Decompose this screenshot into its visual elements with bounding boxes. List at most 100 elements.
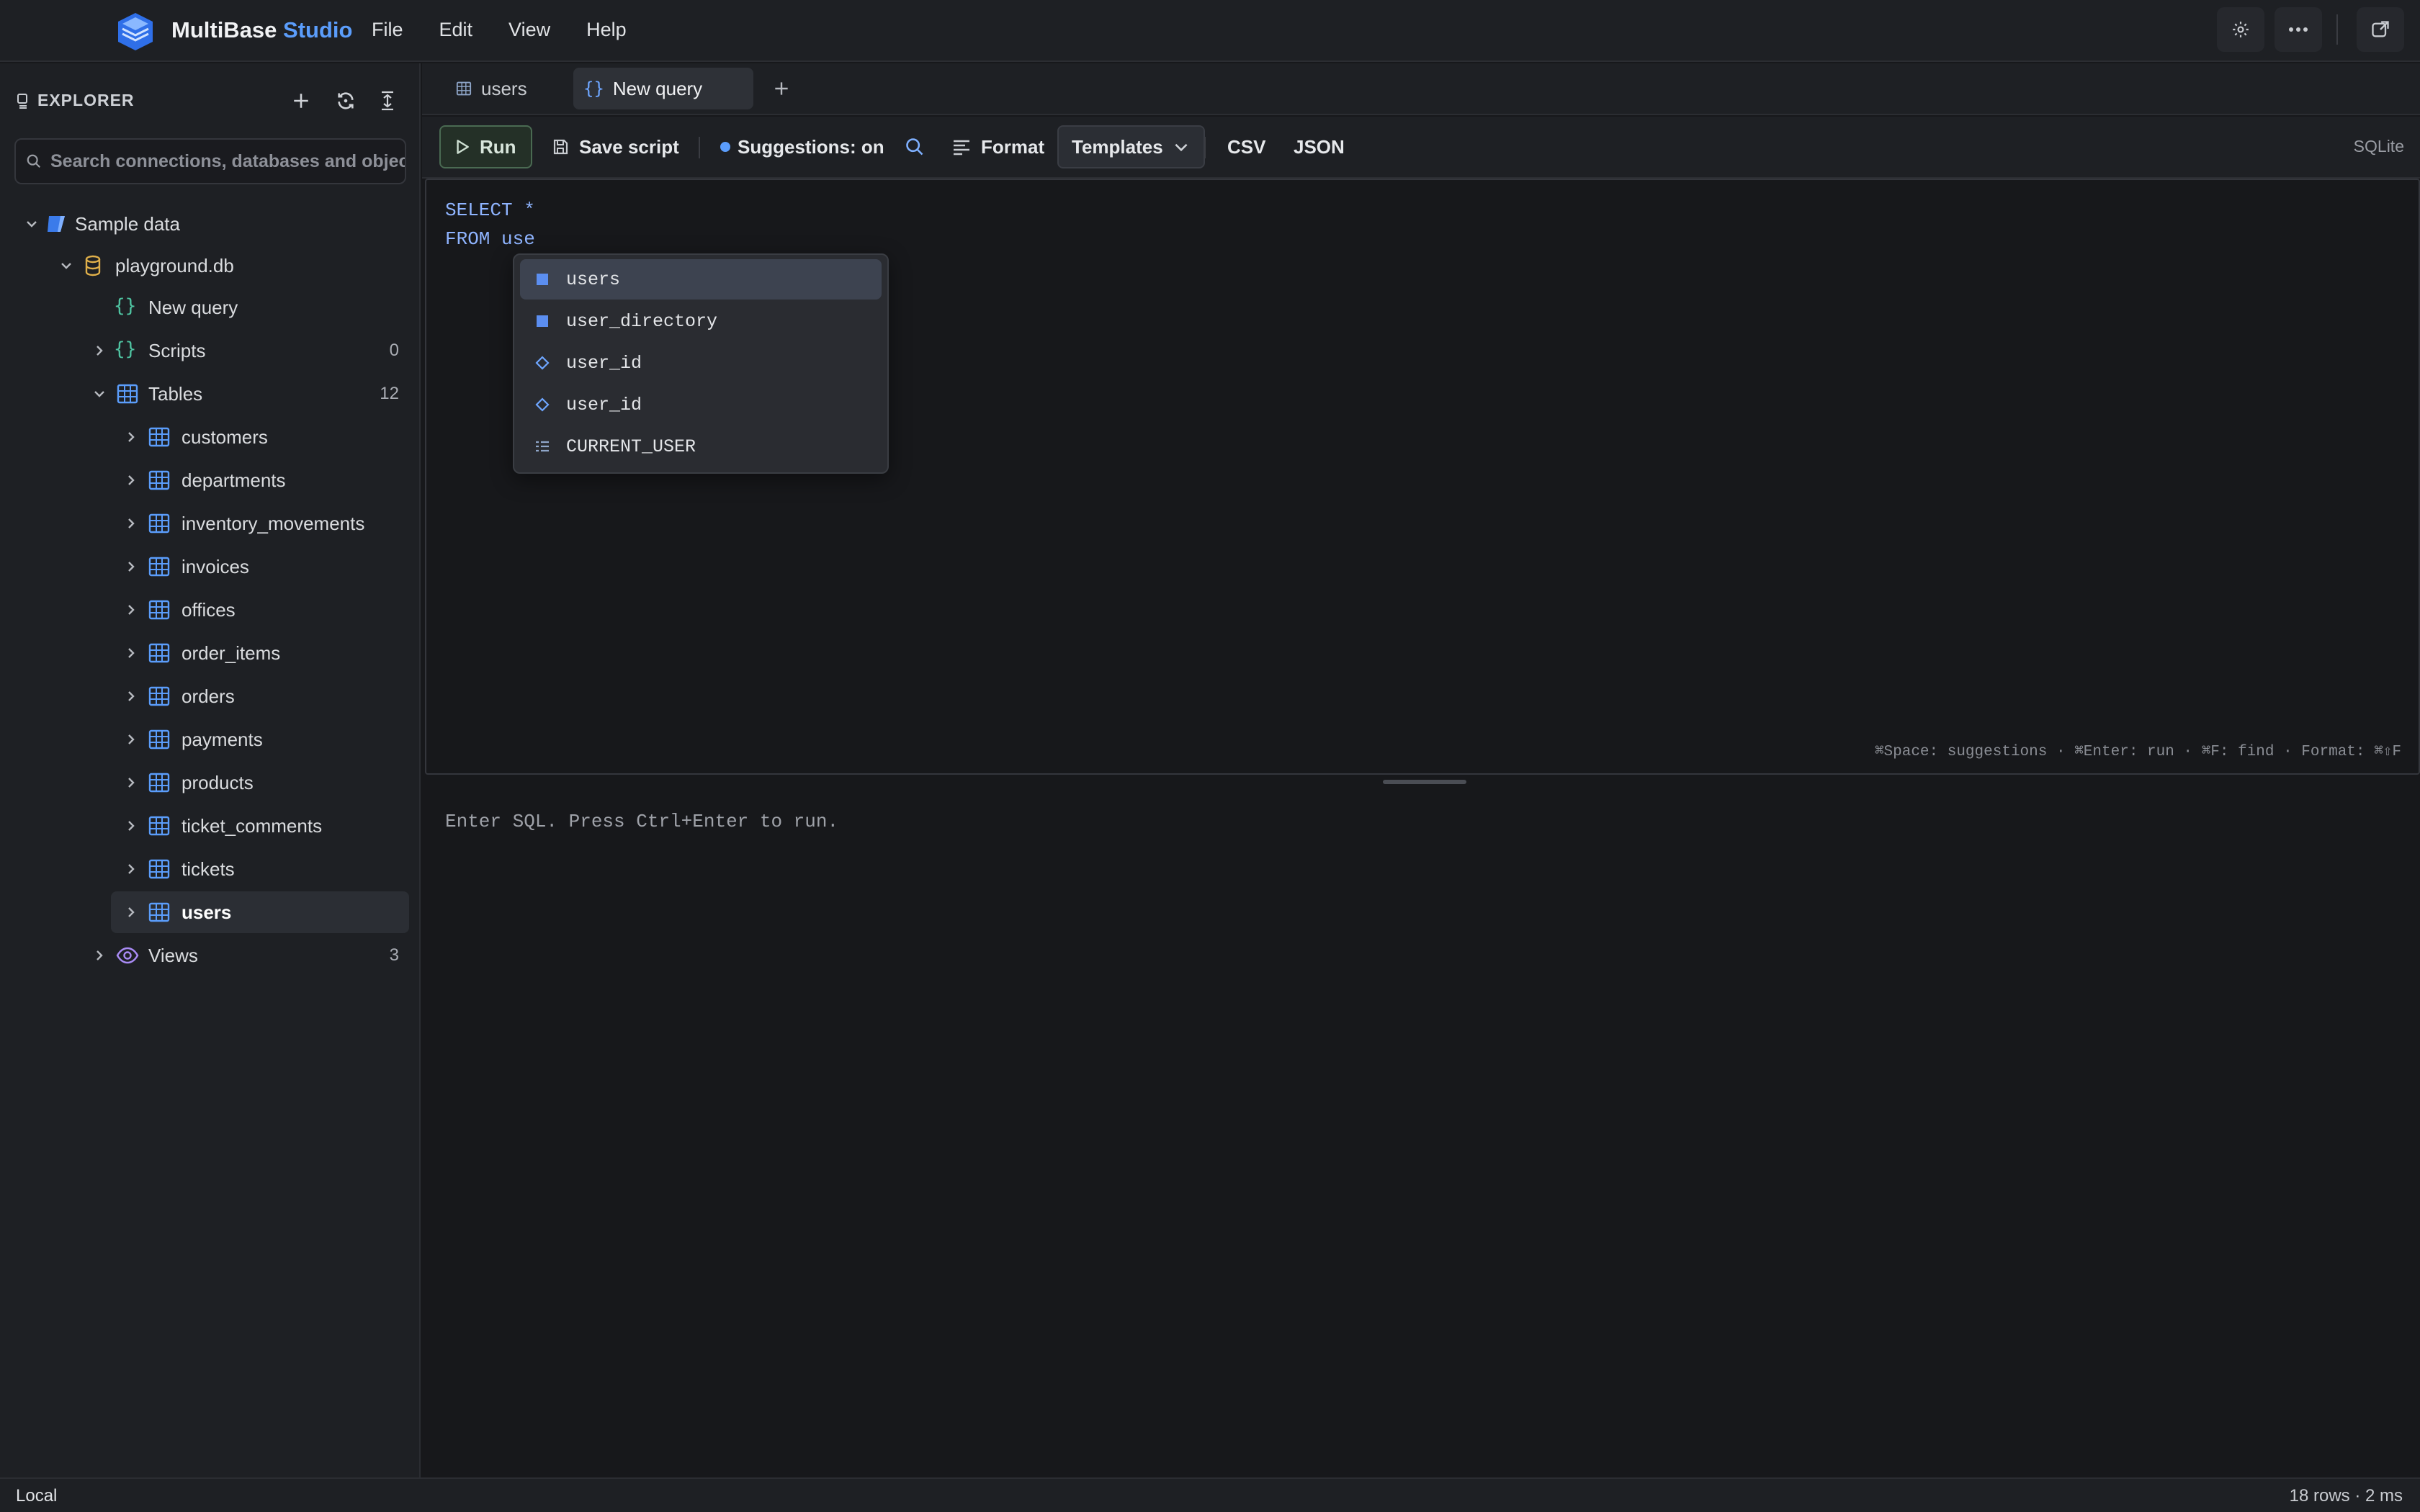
tree-scripts[interactable]: {} Scripts 0 <box>0 330 421 372</box>
explorer-icon <box>16 93 30 109</box>
chevron-right-icon <box>128 475 135 485</box>
tables-label: Tables <box>148 382 203 405</box>
chevron-down-icon <box>61 263 71 269</box>
refresh-button[interactable] <box>330 85 362 117</box>
suggestion-label: users <box>566 269 621 290</box>
tree-views[interactable]: Views 3 <box>0 935 421 976</box>
status-bar: Local 18 rows · 2 ms <box>0 1477 2420 1512</box>
table-icon <box>148 513 170 534</box>
query-toolbar: Run Save script Suggestions: on Format T… <box>422 117 2420 179</box>
table-icon <box>148 773 170 793</box>
resize-handle[interactable] <box>1383 780 1466 784</box>
settings-button[interactable] <box>2217 7 2264 52</box>
csv-label: CSV <box>1227 135 1266 158</box>
tree-table-item[interactable]: offices <box>0 589 421 631</box>
tree-new-query[interactable]: {} New query <box>0 287 421 328</box>
tree-table-item[interactable]: payments <box>0 719 421 760</box>
tree-table-item[interactable]: invoices <box>0 546 421 588</box>
collapse-icon <box>379 91 396 111</box>
tree-tables[interactable]: Tables 12 <box>0 373 421 415</box>
chevron-right-icon <box>128 691 135 701</box>
sql-code[interactable]: SELECT * FROM use <box>445 196 535 253</box>
chevron-right-icon <box>97 950 103 960</box>
brand-name: MultiBase <box>171 17 277 42</box>
suggestion-item[interactable]: user_id <box>520 343 882 383</box>
chevron-right-icon <box>128 864 135 874</box>
menu-edit[interactable]: Edit <box>439 19 473 41</box>
search-input[interactable] <box>50 150 405 172</box>
play-icon <box>457 140 469 154</box>
column-kind-icon <box>534 355 550 371</box>
suggestion-item-active[interactable]: users <box>520 259 882 300</box>
table-kind-icon <box>534 271 550 287</box>
templates-dropdown[interactable]: Templates <box>1057 125 1205 168</box>
table-item-label: departments <box>182 469 286 491</box>
tree-connection-sample-data[interactable]: Sample data <box>0 203 421 245</box>
save-script-label: Save script <box>579 135 679 158</box>
tree-table-item[interactable]: departments <box>0 459 421 501</box>
save-script-button[interactable]: Save script <box>552 125 679 168</box>
tree-table-item-selected[interactable]: users <box>0 891 421 933</box>
query-stats: 18 rows · 2 ms <box>2289 1486 2403 1506</box>
suggestion-item[interactable]: CURRENT_USER <box>520 426 882 467</box>
ellipsis-icon <box>2288 27 2308 32</box>
more-button[interactable] <box>2275 7 2322 52</box>
table-item-label: users <box>182 901 232 923</box>
table-item-label: inventory_movements <box>182 512 365 534</box>
tree-table-item[interactable]: customers <box>0 416 421 458</box>
collapse-all-button[interactable] <box>372 85 403 117</box>
table-item-label: customers <box>182 426 268 448</box>
suggestion-label: user_directory <box>566 310 718 332</box>
views-label: Views <box>148 944 198 966</box>
explorer-search[interactable] <box>14 138 406 184</box>
table-icon <box>148 427 170 447</box>
add-connection-button[interactable] <box>285 85 317 117</box>
sql-text: * <box>512 199 535 221</box>
connection-label: Sample data <box>75 212 180 235</box>
search-icon <box>906 138 923 156</box>
views-count: 3 <box>389 945 399 965</box>
find-button[interactable] <box>900 125 929 168</box>
pane-splitter[interactable] <box>422 776 2420 788</box>
table-icon <box>148 643 170 663</box>
tree-table-item[interactable]: order_items <box>0 632 421 674</box>
table-icon <box>148 557 170 577</box>
menu-view[interactable]: View <box>508 19 550 41</box>
chevron-down-icon <box>1175 143 1188 152</box>
table-icon <box>148 470 170 490</box>
format-button[interactable]: Format <box>952 125 1044 168</box>
table-item-label: offices <box>182 598 236 621</box>
explorer-header: EXPLORER <box>16 91 135 110</box>
suggestion-label: user_id <box>566 394 642 415</box>
tree-table-item[interactable]: tickets <box>0 848 421 890</box>
toolbar-divider <box>699 137 700 158</box>
suggestion-item[interactable]: user_id <box>520 384 882 425</box>
menu-file[interactable]: File <box>372 19 403 41</box>
suggestions-label: Suggestions: on <box>738 135 884 158</box>
chevron-right-icon <box>128 432 135 442</box>
tree-table-item[interactable]: products <box>0 762 421 804</box>
external-window-icon <box>2370 19 2390 40</box>
tab-users[interactable]: users <box>445 68 537 109</box>
new-window-button[interactable] <box>2357 7 2404 52</box>
tables-count: 12 <box>380 384 399 403</box>
suggestions-toggle[interactable]: Suggestions: on <box>720 125 884 168</box>
table-icon <box>148 686 170 706</box>
export-json-button[interactable]: JSON <box>1294 125 1345 168</box>
run-button[interactable]: Run <box>439 125 532 168</box>
tree-table-item[interactable]: orders <box>0 675 421 717</box>
tab-new-query[interactable]: {} New query <box>573 68 753 109</box>
editor-tab-bar: users {} New query <box>422 63 2420 115</box>
suggestion-item[interactable]: user_directory <box>520 301 882 341</box>
table-item-label: tickets <box>182 858 235 880</box>
chevron-down-icon <box>27 221 37 228</box>
menu-help[interactable]: Help <box>586 19 627 41</box>
format-lines-icon <box>954 140 969 156</box>
tree-database-playground[interactable]: playground.db <box>0 245 421 287</box>
export-csv-button[interactable]: CSV <box>1227 125 1265 168</box>
tree-table-item[interactable]: inventory_movements <box>0 503 421 544</box>
new-tab-button[interactable] <box>763 68 799 109</box>
chevron-right-icon <box>128 778 135 788</box>
explorer-title: EXPLORER <box>37 91 135 109</box>
tree-table-item[interactable]: ticket_comments <box>0 805 421 847</box>
